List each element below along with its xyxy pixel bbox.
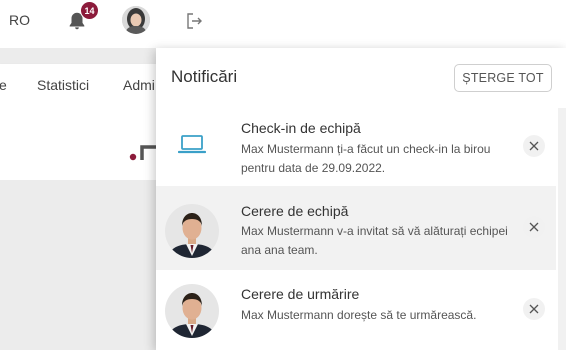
notifications-panel: Notificări ȘTERGE TOT Check-in de echipă… [156,48,566,350]
panel-title: Notificări [171,67,238,86]
notification-text: Max Mustermann dorește să te urmărească. [241,308,477,322]
close-icon [529,304,539,314]
sender-avatar [165,204,219,258]
nav-item-statistici[interactable]: Statistici [37,77,89,93]
user-avatar[interactable] [122,6,150,34]
dismiss-button[interactable] [523,135,545,157]
notification-title: Cerere de urmărire [241,286,360,302]
notification-item[interactable]: Cerere de echipă Max Mustermann v-a invi… [156,186,556,270]
language-selector[interactable]: RO [9,12,30,28]
laptop-icon [178,135,206,154]
clear-all-button[interactable]: ȘTERGE TOT [454,64,552,92]
notification-title: Cerere de echipă [241,203,349,219]
notification-text: Max Mustermann v-a invitat să vă alătura… [241,224,508,257]
notification-count-badge: 14 [80,1,99,20]
scrollbar[interactable] [558,108,566,350]
logout-icon[interactable] [184,11,204,31]
notification-title: Check-in de echipă [241,120,361,136]
notification-text: Max Mustermann ți-a făcut un check-in la… [241,142,491,175]
nav-item-admin[interactable]: Admi [123,77,155,93]
nav-item-partial[interactable]: e [0,77,7,93]
notification-item[interactable]: Cerere de urmărire Max Mustermann doreșt… [156,270,556,350]
sender-avatar [165,284,219,338]
dismiss-button[interactable] [523,298,545,320]
close-icon [529,141,539,151]
top-bar: RO 14 [0,0,566,48]
dismiss-button[interactable] [523,216,545,238]
close-icon [529,222,539,232]
notification-item[interactable]: Check-in de echipă Max Mustermann ți-a f… [156,108,556,186]
